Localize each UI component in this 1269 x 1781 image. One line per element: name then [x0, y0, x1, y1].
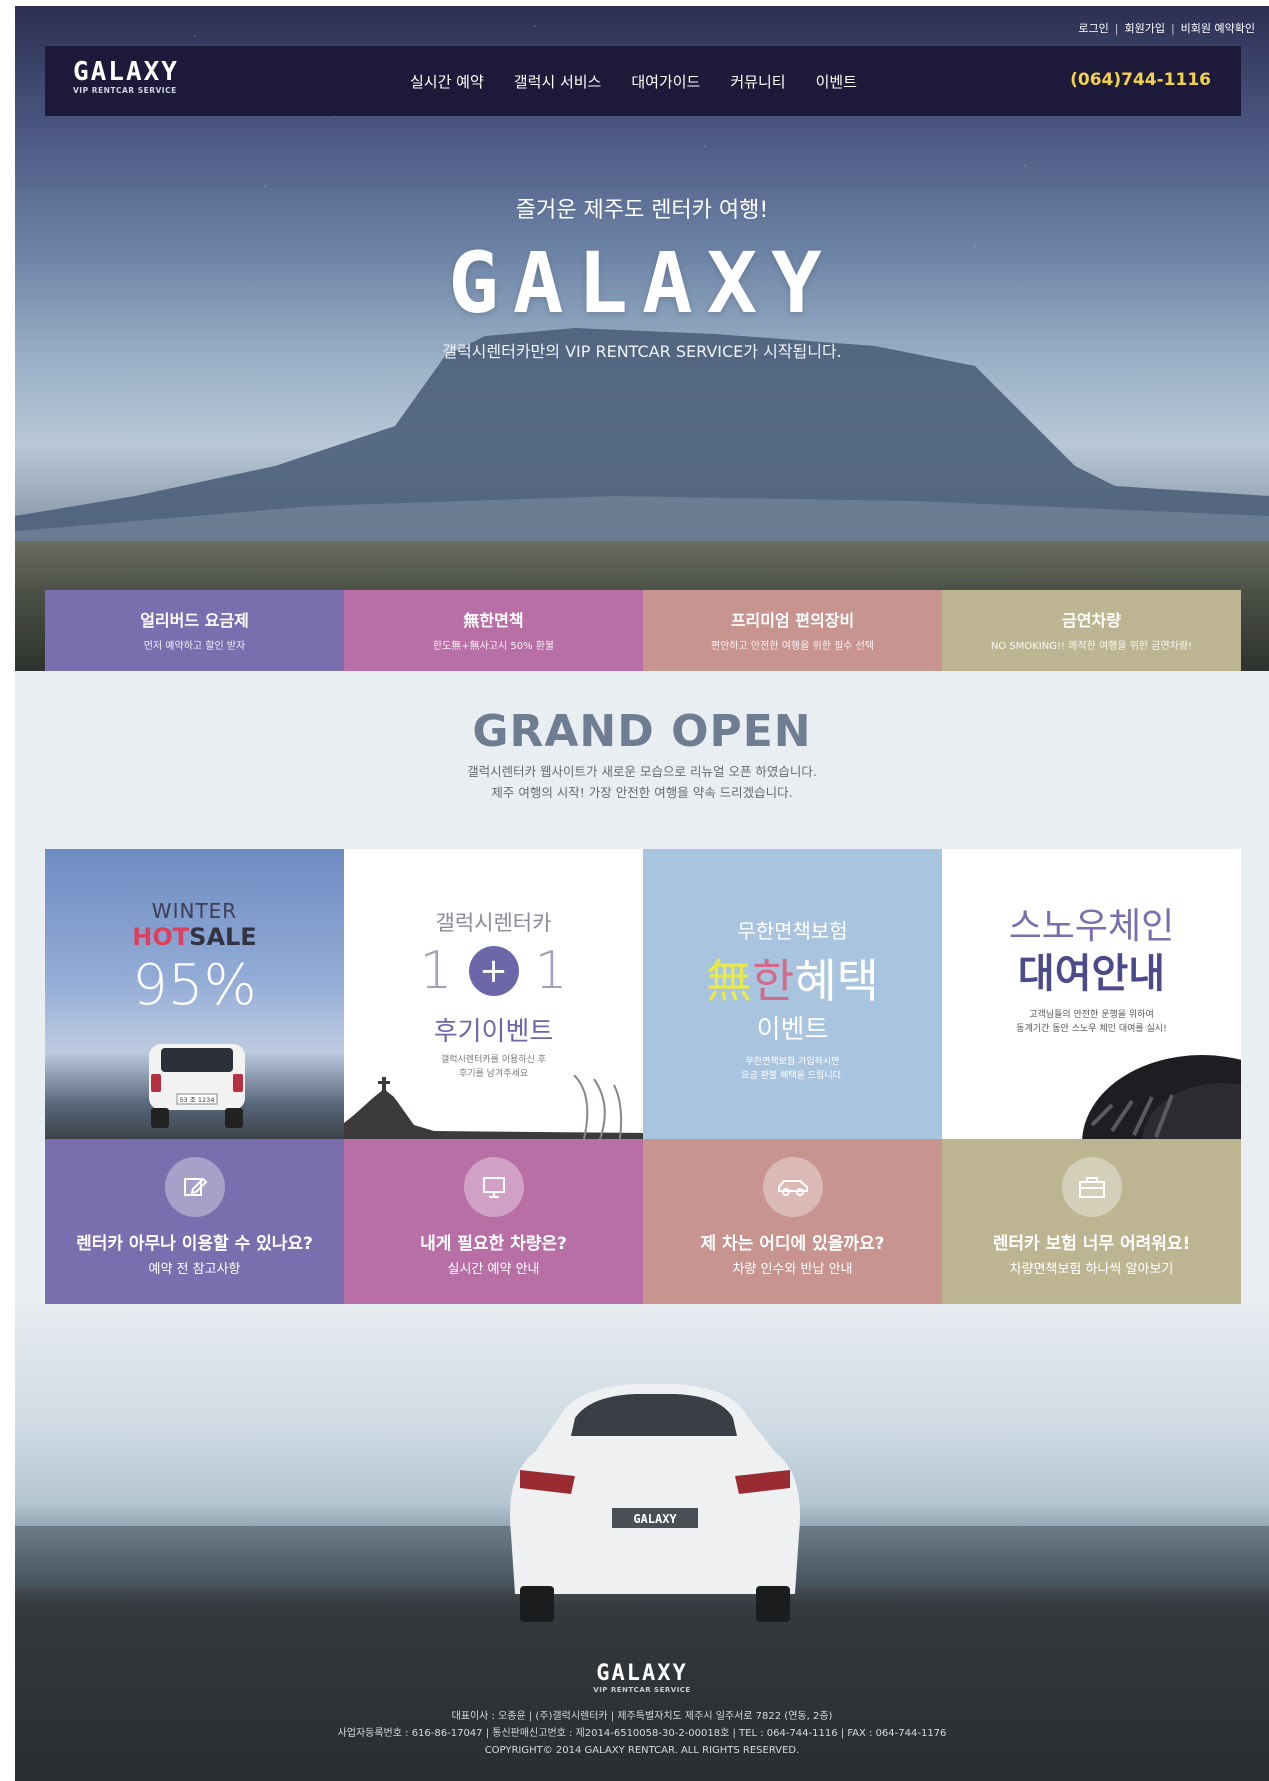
banner-snow-desc-1: 고객님들의 안전한 운행을 위하여	[1029, 1010, 1154, 1020]
briefcase-icon	[1061, 1157, 1122, 1217]
card-subtitle: 예약 전 참고사항	[148, 1262, 241, 1277]
banner-insurance-event-label: 이벤트	[756, 1015, 829, 1045]
sedan-rear-image: GALAXY	[510, 1384, 800, 1622]
banner-review-event[interactable]: 갤럭시렌터카 1 + 1 후기이벤트 갤럭시렌터카를 이용하신 후 후기를 남겨…	[344, 849, 643, 1139]
main-navbar: GALAXY VIP RENTCAR SERVICE 실시간 예약 갤럭시 서비…	[45, 46, 1241, 116]
footer-info-line-2: 사업자등록번호 : 616-86-17047 | 통신판매신고번호 : 제201…	[337, 1728, 947, 1739]
banner-insurance-event[interactable]: 무한면책보험 無한혜택 이벤트 무한면책보험 가입하시면 요금 환불 혜택을 드…	[643, 849, 942, 1139]
footer-copyright: COPYRIGHT© 2014 GALAXY RENTCAR. ALL RIGH…	[484, 1745, 800, 1756]
banner-insurance-desc-2: 요금 환불 혜택을 드립니다.	[741, 1071, 844, 1081]
card-title: 렌터카 보험 너무 어려워요!	[992, 1234, 1191, 1254]
feature-title: 프리미엄 편의장비	[730, 611, 855, 630]
banner-snow-title-2: 대여안내	[1017, 951, 1166, 997]
nav-event[interactable]: 이벤트	[816, 71, 857, 92]
logo-wordmark: GALAXY	[73, 57, 179, 87]
hero-description: 갤럭시렌터카만의 VIP RENTCAR SERVICE가 시작됩니다.	[442, 342, 842, 361]
feature-title: 얼리버드 요금제	[140, 611, 249, 630]
footer-logo-tagline: VIP RENTCAR SERVICE	[593, 1686, 691, 1694]
stone-statue-image	[344, 1075, 643, 1139]
monitor-icon	[463, 1157, 524, 1217]
banner-brand-label: 갤럭시렌터카	[435, 911, 552, 935]
card-insurance-guide[interactable]: 렌터카 보험 너무 어려워요! 차량면책보험 하나씩 알아보기	[942, 1139, 1241, 1304]
banner-one-plus-one: 1 + 1	[419, 941, 568, 1001]
card-title: 내게 필요한 차량은?	[420, 1234, 567, 1254]
guest-reservation-link[interactable]: 비회원 예약확인	[1181, 20, 1255, 36]
banner-insurance-desc-1: 무한면책보험 가입하시면	[745, 1057, 840, 1067]
plus-icon: +	[468, 946, 519, 996]
nav-realtime-reservation[interactable]: 실시간 예약	[410, 71, 484, 92]
feature-early-bird[interactable]: 얼리버드 요금제 먼저 예약하고 할인 받자	[45, 590, 344, 671]
card-subtitle: 차량 인수와 반납 안내	[732, 1262, 853, 1277]
logo[interactable]: GALAXY VIP RENTCAR SERVICE	[73, 58, 179, 95]
card-vehicle-choice[interactable]: 내게 필요한 차량은? 실시간 예약 안내	[344, 1139, 643, 1304]
card-subtitle: 실시간 예약 안내	[447, 1262, 540, 1277]
card-eligibility[interactable]: 렌터카 아무나 이용할 수 있나요? 예약 전 참고사항	[45, 1139, 344, 1304]
nav-rental-guide[interactable]: 대여가이드	[631, 71, 700, 92]
signup-link[interactable]: 회원가입	[1124, 20, 1164, 36]
feature-subtitle: 한도無+無사고시 50% 환불	[432, 641, 555, 652]
hero-title: GALAXY	[448, 234, 836, 332]
banner-review-title: 후기이벤트	[433, 1017, 554, 1047]
main-menu: 실시간 예약 갤럭시 서비스 대여가이드 커뮤니티 이벤트	[410, 71, 857, 92]
top-links: 로그인 | 회원가입 | 비회원 예약확인	[1078, 20, 1255, 36]
banner-hot-sale-label: HOTSALE	[132, 923, 257, 951]
feature-non-smoking[interactable]: 금연차량 NO SMOKING!! 쾌적한 여행을 위한 금연차량!	[942, 590, 1241, 671]
grand-open-line-2: 제주 여행의 시작! 가장 안전한 여행을 약속 드리겠습니다.	[491, 785, 793, 800]
footer-logo-wordmark: GALAXY	[596, 1661, 688, 1686]
feature-subtitle: 먼저 예약하고 할인 받자	[143, 641, 246, 652]
svg-text:53 조 1234: 53 조 1234	[180, 1096, 215, 1104]
feature-bar: 얼리버드 요금제 먼저 예약하고 할인 받자 無한면책 한도無+無사고시 50%…	[45, 590, 1241, 671]
banner-insurance-headline: 無한혜택	[706, 954, 879, 1008]
card-title: 제 차는 어디에 있을까요?	[700, 1234, 885, 1254]
edit-icon	[164, 1157, 225, 1217]
page: 로그인 | 회원가입 | 비회원 예약확인 GALAXY VIP RENTCAR…	[15, 6, 1269, 1781]
banner-snow-chain[interactable]: 스노우체인 대여안내 고객님들의 안전한 운행을 위하여 동계기간 동안 스노우…	[942, 849, 1241, 1139]
banner-discount-percent: 95%	[132, 953, 257, 1018]
grand-open-section: GRAND OPEN 갤럭시렌터카 웹사이트가 새로운 모습으로 리뉴얼 오픈 …	[15, 706, 1269, 803]
card-title: 렌터카 아무나 이용할 수 있나요?	[76, 1234, 313, 1254]
banner-insurance-top: 무한면책보험	[737, 919, 848, 943]
feature-subtitle: NO SMOKING!! 쾌적한 여행을 위한 금연차량!	[990, 641, 1193, 652]
feature-title: 금연차량	[1062, 611, 1121, 630]
logo-tagline: VIP RENTCAR SERVICE	[73, 86, 177, 95]
banner-winter-label: WINTER	[151, 899, 238, 923]
grand-open-title: GRAND OPEN	[472, 706, 812, 757]
event-banners: WINTER HOTSALE 95% 53 조 1234 갤럭시렌터카 1 + …	[45, 849, 1241, 1139]
feature-premium-equipment[interactable]: 프리미엄 편의장비 편안하고 안전한 여행을 위한 필수 선택	[643, 590, 942, 671]
car-rear-image: 53 조 1234	[149, 1044, 245, 1128]
hero-section: 로그인 | 회원가입 | 비회원 예약확인 GALAXY VIP RENTCAR…	[15, 6, 1269, 671]
banner-review-desc-1: 갤럭시렌터카를 이용하신 후	[440, 1055, 547, 1065]
nav-community[interactable]: 커뮤니티	[730, 71, 785, 92]
car-icon	[762, 1157, 823, 1217]
footer-info-line-1: 대표이사 : 오종윤 | (주)갤럭시렌터카 | 제주특별자치도 제주시 일주서…	[451, 1711, 833, 1722]
banner-snow-desc-2: 동계기간 동안 스노우 체인 대여를 실시!	[1016, 1024, 1167, 1034]
card-subtitle: 차량면책보험 하나씩 알아보기	[1009, 1262, 1174, 1277]
phone-number: (064)744-1116	[1070, 70, 1211, 90]
footer: GALAXY GALAXY VIP RENTCAR SERVICE 대표이사 :…	[15, 1304, 1269, 1781]
nav-galaxy-service[interactable]: 갤럭시 서비스	[514, 71, 602, 92]
grand-open-line-1: 갤럭시렌터카 웹사이트가 새로운 모습으로 리뉴얼 오픈 하였습니다.	[467, 764, 817, 779]
feature-subtitle: 편안하고 안전한 여행을 위한 필수 선택	[710, 641, 875, 652]
footer-company-info: 대표이사 : 오종윤 | (주)갤럭시렌터카 | 제주특별자치도 제주시 일주서…	[15, 1708, 1269, 1759]
feature-unlimited-exemption[interactable]: 無한면책 한도無+無사고시 50% 환불	[344, 590, 643, 671]
card-car-location[interactable]: 제 차는 어디에 있을까요? 차량 인수와 반납 안내	[643, 1139, 942, 1304]
banner-winter-hot-sale[interactable]: WINTER HOTSALE 95% 53 조 1234	[45, 849, 344, 1139]
svg-text:GALAXY: GALAXY	[633, 1512, 677, 1526]
tire-image	[1082, 1055, 1241, 1139]
feature-title: 無한면책	[463, 611, 524, 630]
hero-subtitle: 즐거운 제주도 렌터카 여행!	[515, 198, 769, 223]
login-link[interactable]: 로그인	[1078, 20, 1108, 36]
footer-logo: GALAXY VIP RENTCAR SERVICE	[15, 1661, 1269, 1694]
info-cards: 렌터카 아무나 이용할 수 있나요? 예약 전 참고사항 내게 필요한 차량은?…	[45, 1139, 1241, 1304]
